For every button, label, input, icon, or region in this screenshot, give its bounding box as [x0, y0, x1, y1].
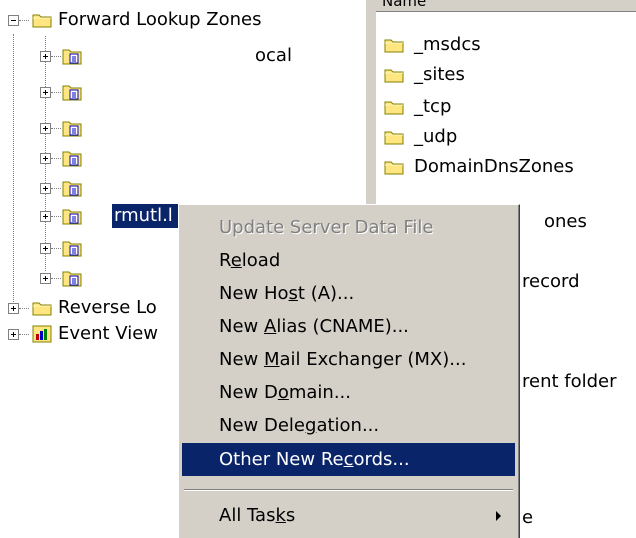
expand-icon[interactable]: [40, 183, 51, 194]
menu-item-label: main...: [288, 382, 351, 403]
menu-item-label: New D: [219, 382, 278, 403]
folder-icon: [384, 161, 404, 175]
list-item-label: _sites: [414, 64, 465, 85]
menu-item-label: load: [241, 250, 281, 271]
menu-item-label: R: [219, 250, 231, 271]
folder-icon: [384, 39, 404, 53]
tree-item-label: Forward Lookup Zones: [58, 9, 262, 30]
menu-item-reload[interactable]: Reload: [182, 244, 515, 277]
tree-line: [51, 92, 61, 93]
list-item-partial-label: e: [522, 507, 534, 528]
list-item-label: _tcp: [414, 96, 452, 117]
zone-icon: [62, 209, 82, 225]
menu-item-label: Update Server Data File: [219, 217, 434, 238]
collapse-icon[interactable]: [8, 15, 19, 26]
list-item-label: _udp: [414, 126, 458, 147]
menu-item-label: s: [285, 505, 296, 526]
menu-accelerator: e: [230, 250, 242, 271]
name-column-header[interactable]: Name: [376, 0, 636, 12]
tree-line: [51, 248, 61, 249]
expand-icon[interactable]: [8, 329, 19, 340]
tree-line: [51, 216, 61, 217]
menu-item-new-delegation[interactable]: New Delegation...: [182, 409, 515, 442]
expand-icon[interactable]: [40, 123, 51, 134]
menu-item-label: ation...: [316, 415, 380, 436]
zone-icon: [62, 121, 82, 137]
folder-icon: [32, 14, 52, 28]
tree-line: [51, 158, 61, 159]
tree-item-label: rmutl.l: [112, 204, 182, 228]
expand-icon[interactable]: [40, 211, 51, 222]
tree-item-zone[interactable]: [0, 80, 366, 104]
submenu-arrow-icon: [496, 511, 501, 521]
tree-line: [51, 128, 61, 129]
menu-accelerator: A: [263, 316, 277, 337]
zone-icon: [62, 241, 82, 257]
expand-icon[interactable]: [40, 153, 51, 164]
list-item-partial-label: rent folder: [522, 371, 617, 392]
zone-icon: [62, 181, 82, 197]
menu-accelerator: M: [263, 349, 280, 370]
zone-icon: [62, 49, 82, 65]
expand-icon[interactable]: [40, 243, 51, 254]
tree-item-label: Event View: [58, 323, 159, 344]
menu-item-label: New Ho: [219, 283, 289, 304]
menu-accelerator: o: [277, 382, 289, 403]
event-viewer-icon: [32, 325, 52, 343]
zone-icon: [62, 271, 82, 287]
menu-item-all-tasks[interactable]: All Tasks: [182, 499, 515, 532]
zone-icon: [62, 85, 82, 101]
tree-item-zone[interactable]: [0, 146, 366, 170]
tree-item-label: Reverse Lo: [58, 297, 157, 318]
tree-item-zone[interactable]: ocal: [0, 44, 366, 68]
menu-item-label: New Dele: [219, 415, 305, 436]
tree-line: [51, 278, 61, 279]
menu-item-label: ail Exchanger (MX)...: [279, 349, 467, 370]
menu-item-new-mail-exchanger[interactable]: New Mail Exchanger (MX)...: [182, 343, 515, 376]
list-item-partial-label: ones: [544, 211, 587, 232]
menu-accelerator: g: [305, 415, 317, 436]
menu-item-label: New: [219, 316, 264, 337]
expand-icon[interactable]: [40, 87, 51, 98]
folder-icon: [384, 69, 404, 83]
menu-item-label: ords...: [353, 449, 410, 470]
menu-item-new-host[interactable]: New Host (A)...: [182, 277, 515, 310]
menu-item-label: New: [219, 349, 264, 370]
menu-item-other-new-records[interactable]: Other New Records...: [182, 443, 515, 476]
menu-item-new-domain[interactable]: New Domain...: [182, 376, 515, 409]
menu-separator: [184, 489, 513, 491]
menu-item-new-alias[interactable]: New Alias (CNAME)...: [182, 310, 515, 343]
tree-item-zone[interactable]: [0, 116, 366, 140]
list-item-label: _msdcs: [414, 34, 481, 55]
list-item-partial-label: record: [522, 271, 580, 292]
tree-line: [51, 188, 61, 189]
folder-icon: [32, 302, 52, 316]
folder-icon: [384, 101, 404, 115]
menu-accelerator: s: [288, 283, 298, 304]
zone-icon: [62, 151, 82, 167]
tree-item-label: ocal: [255, 45, 292, 66]
list-item-label: DomainDnsZones: [414, 156, 574, 177]
tree-line: [19, 308, 29, 309]
tree-item-zone[interactable]: [0, 176, 366, 200]
menu-item-label: Other New Re: [219, 449, 344, 470]
menu-accelerator: k: [275, 505, 286, 526]
context-menu[interactable]: Update Server Data File Reload New Host …: [178, 204, 520, 538]
tree-item-forward-lookup-zones[interactable]: Forward Lookup Zones: [0, 8, 366, 32]
expand-icon[interactable]: [40, 51, 51, 62]
expand-icon[interactable]: [40, 273, 51, 284]
expand-icon[interactable]: [8, 303, 19, 314]
tree-line: [51, 56, 61, 57]
folder-icon: [384, 131, 404, 145]
tree-line: [19, 20, 29, 21]
menu-item-update-server-data-file[interactable]: Update Server Data File: [182, 211, 515, 244]
menu-item-label: lias (CNAME)...: [276, 316, 409, 337]
menu-item-label: All Tas: [219, 505, 276, 526]
tree-line: [19, 334, 29, 335]
menu-accelerator: c: [343, 449, 354, 470]
menu-item-label: t (A)...: [297, 283, 355, 304]
